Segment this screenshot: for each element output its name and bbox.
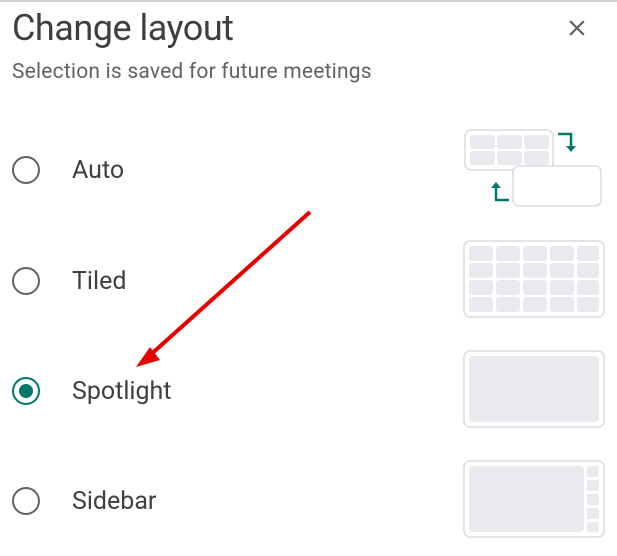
option-left: Tiled: [12, 267, 126, 296]
option-left: Spotlight: [12, 377, 171, 406]
layout-option-tiled[interactable]: Tiled: [12, 226, 605, 336]
dialog-subtitle: Selection is saved for future meetings: [12, 60, 605, 84]
dialog-title: Change layout: [12, 7, 233, 49]
layout-option-spotlight[interactable]: Spotlight: [12, 336, 605, 446]
dialog-header: Change layout: [12, 6, 605, 50]
radio-tiled[interactable]: [12, 267, 40, 295]
auto-layout-icon: [463, 128, 605, 208]
preview-auto: [463, 128, 605, 212]
option-label-tiled: Tiled: [72, 267, 126, 296]
radio-sidebar[interactable]: [12, 487, 40, 515]
radio-auto[interactable]: [12, 156, 40, 184]
layout-option-sidebar[interactable]: Sidebar: [12, 446, 605, 556]
radio-dot: [19, 384, 33, 398]
close-button[interactable]: [555, 6, 599, 50]
option-left: Sidebar: [12, 487, 156, 516]
close-icon: [564, 15, 590, 41]
preview-spotlight: [463, 350, 605, 432]
layout-options: Auto: [12, 114, 605, 556]
option-left: Auto: [12, 156, 124, 185]
preview-tiled: [463, 240, 605, 322]
layout-option-auto[interactable]: Auto: [12, 114, 605, 226]
radio-spotlight[interactable]: [12, 377, 40, 405]
sidebar-layout-icon: [463, 460, 605, 538]
tiled-layout-icon: [463, 240, 605, 318]
spotlight-layout-icon: [463, 350, 605, 428]
option-label-auto: Auto: [72, 156, 124, 185]
option-label-sidebar: Sidebar: [72, 487, 156, 516]
change-layout-dialog: Change layout Selection is saved for fut…: [0, 2, 617, 556]
preview-sidebar: [463, 460, 605, 542]
option-label-spotlight: Spotlight: [72, 377, 171, 406]
